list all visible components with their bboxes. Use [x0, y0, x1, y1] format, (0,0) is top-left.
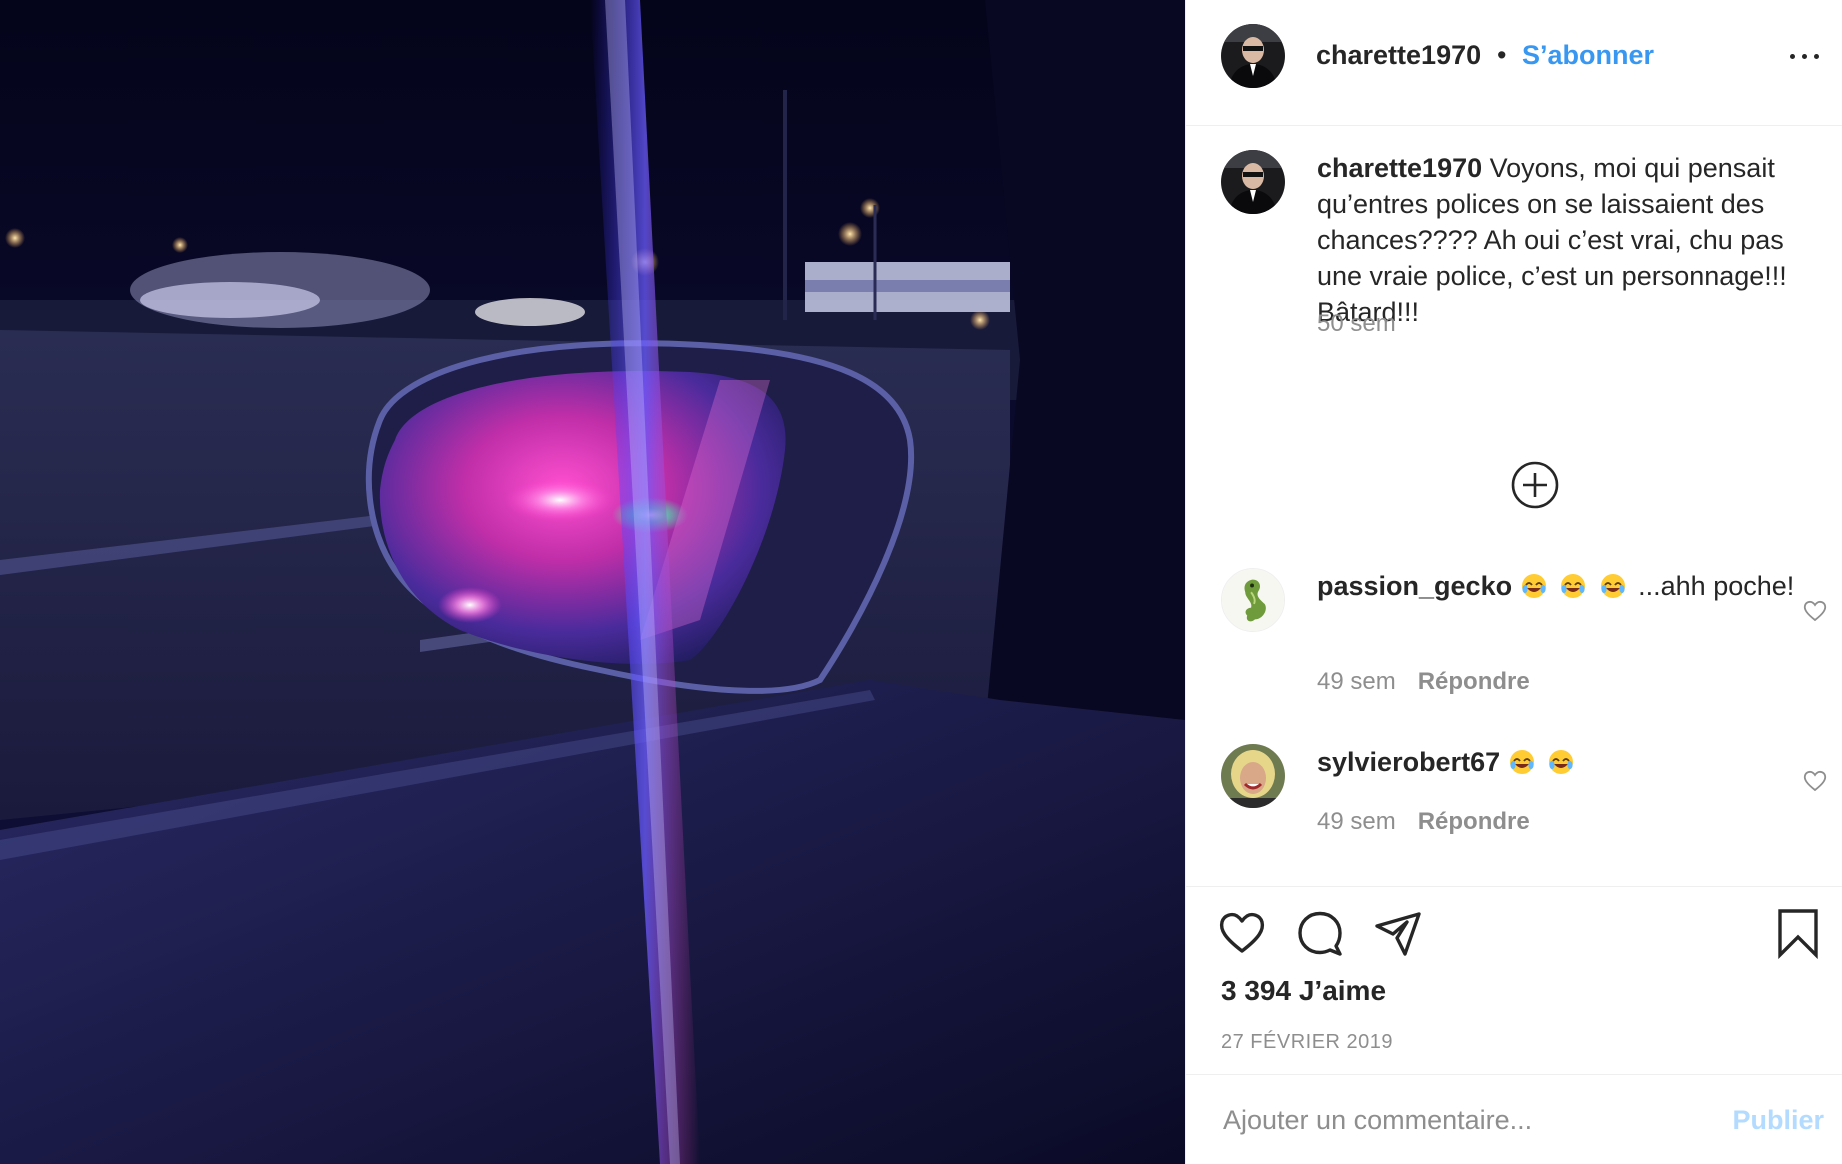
commenter-avatar[interactable]	[1221, 568, 1285, 632]
reply-button[interactable]: Répondre	[1418, 808, 1530, 835]
comment-body: sylvierobert67	[1317, 744, 1817, 780]
comment-input[interactable]	[1221, 1099, 1685, 1141]
add-comment-bar: Publier	[1186, 1074, 1842, 1164]
author-avatar[interactable]	[1221, 150, 1285, 214]
follow-button[interactable]: S’abonner	[1522, 40, 1654, 71]
face-with-tears-of-joy-icon	[1547, 748, 1575, 776]
commenter-avatar[interactable]	[1221, 744, 1285, 808]
separator-dot: •	[1497, 40, 1507, 70]
like-comment-heart-icon[interactable]	[1802, 598, 1828, 624]
heart-icon[interactable]	[1216, 907, 1268, 959]
comment-text: ...ahh poche!	[1638, 571, 1795, 601]
comments-list[interactable]: charette1970 Voyons, moi qui pensait qu’…	[1186, 126, 1842, 886]
instagram-post: charette1970 • S’abonner charette1970 Vo…	[0, 0, 1842, 1164]
caption-time[interactable]: 50 sem	[1317, 310, 1396, 337]
caption-body: charette1970 Voyons, moi qui pensait qu’…	[1317, 150, 1817, 330]
post-details-panel: charette1970 • S’abonner charette1970 Vo…	[1185, 0, 1842, 1164]
comment-username[interactable]: passion_gecko	[1317, 571, 1512, 601]
side-mirror-police-lights-photo	[0, 0, 1185, 1164]
comment-meta: 49 sem Répondre	[1317, 808, 1530, 836]
face-with-tears-of-joy-icon	[1508, 748, 1536, 776]
publish-button[interactable]: Publier	[1732, 1105, 1824, 1136]
comment-username[interactable]: sylvierobert67	[1317, 747, 1500, 777]
like-count[interactable]: 3 394 J’aime	[1221, 975, 1386, 1007]
load-more-comments-button[interactable]	[1510, 460, 1560, 510]
comment-meta: 49 sem Répondre	[1317, 668, 1530, 696]
share-icon[interactable]	[1372, 907, 1424, 959]
bookmark-icon[interactable]	[1772, 907, 1824, 959]
post-photo[interactable]	[0, 0, 1185, 1164]
face-with-tears-of-joy-icon	[1559, 572, 1587, 600]
reply-button[interactable]: Répondre	[1418, 668, 1530, 695]
face-with-tears-of-joy-icon	[1520, 572, 1548, 600]
comment-time[interactable]: 49 sem	[1317, 808, 1396, 835]
post-header: charette1970 • S’abonner	[1186, 0, 1842, 126]
post-date[interactable]: 27 FÉVRIER 2019	[1221, 1031, 1393, 1054]
post-actions-section: 3 394 J’aime 27 FÉVRIER 2019	[1186, 886, 1842, 1074]
comment-time[interactable]: 49 sem	[1317, 668, 1396, 695]
caption-username[interactable]: charette1970	[1317, 153, 1482, 183]
caption-meta: 50 sem	[1317, 310, 1396, 338]
comment-body: passion_gecko ...ahh poche!	[1317, 568, 1817, 604]
comment-icon[interactable]	[1294, 907, 1346, 959]
more-options-icon[interactable]	[1786, 38, 1826, 72]
like-comment-heart-icon[interactable]	[1802, 768, 1828, 794]
plus-circle-icon	[1511, 461, 1559, 509]
author-username[interactable]: charette1970	[1316, 40, 1481, 71]
author-avatar[interactable]	[1221, 24, 1285, 88]
face-with-tears-of-joy-icon	[1599, 572, 1627, 600]
